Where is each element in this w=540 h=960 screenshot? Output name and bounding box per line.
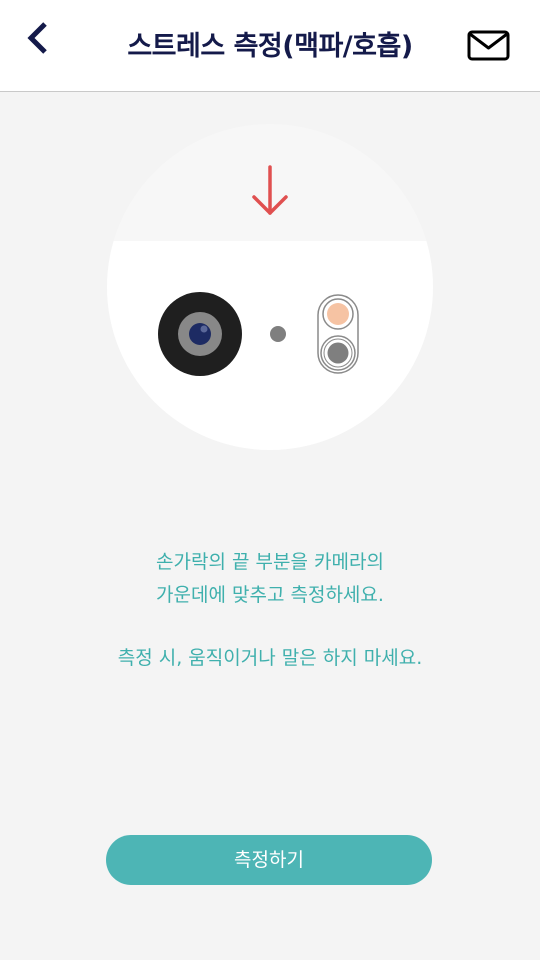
measure-button[interactable]: 측정하기 [106,835,432,885]
mail-button[interactable] [464,26,514,66]
page-title: 스트레스 측정(맥파/호흡) [127,31,413,62]
instruction-line-3: 측정 시, 움직이거나 말은 하지 마세요. [117,647,423,669]
chevron-left-icon [27,22,47,54]
instruction-line-2: 가운데에 맞추고 측정하세요. [156,584,384,606]
app-header: 스트레스 측정(맥파/호흡) [0,0,540,92]
sensor-dot [270,326,286,342]
camera-lens-icon [158,292,242,376]
measurement-instructions: 손가락의 끝 부분을 카메라의 가운데에 맞추고 측정하세요. 측정 시, 움직… [0,546,540,675]
camera-guide-illustration [0,92,540,472]
back-button[interactable] [18,16,62,60]
camera-flash-icon [317,294,359,374]
envelope-icon [467,30,510,61]
instruction-line-1: 손가락의 끝 부분을 카메라의 [156,551,384,573]
